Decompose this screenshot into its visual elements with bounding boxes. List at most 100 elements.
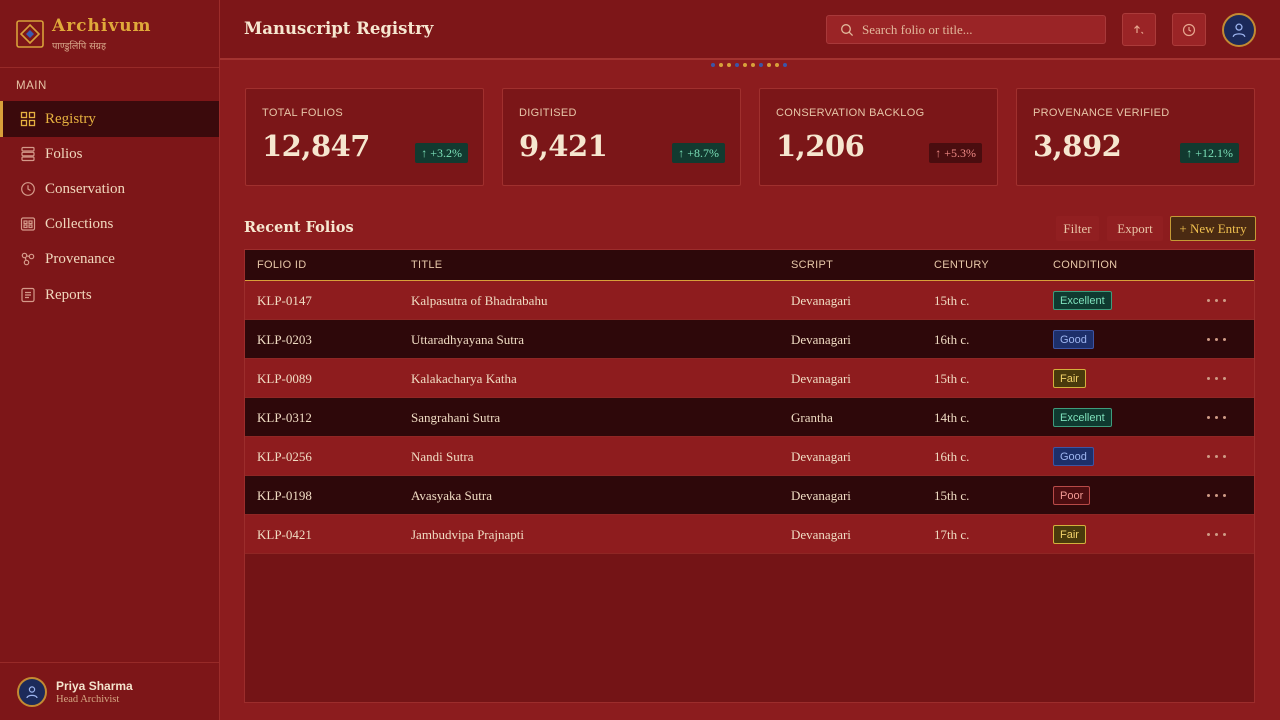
more-options-icon[interactable] (1207, 377, 1226, 380)
column-header-condition[interactable]: CONDITION (1053, 259, 1117, 271)
table-row[interactable]: KLP-0198 Avasyaka Sutra Devanagari 15th c. P… (245, 476, 1254, 515)
folios-table: FOLIO ID TITLE SCRIPT CENTURY CONDITION … (244, 249, 1255, 703)
script-cell: Devanagari (791, 527, 851, 542)
title-cell: Avasyaka Sutra (411, 488, 492, 503)
sidebar-item-provenance[interactable]: Provenance (0, 241, 219, 277)
new-entry-button[interactable]: + New Entry (1170, 216, 1256, 241)
sidebar-item-registry[interactable]: Registry (0, 101, 219, 137)
folio-id-cell: KLP-0312 (257, 410, 312, 425)
brand[interactable]: Archivum पाण्डुलिपि संग्रह (0, 0, 219, 68)
condition-badge: Fair (1053, 369, 1086, 388)
century-cell: 16th c. (934, 449, 970, 464)
sidebar-item-folios[interactable]: Folios (0, 136, 219, 172)
title-cell: Kalakacharya Katha (411, 371, 517, 386)
table-row[interactable]: KLP-0421 Jambudvipa Prajnapti Devanagari 17… (245, 515, 1254, 554)
upload-icon (1134, 24, 1144, 34)
condition-badge: Poor (1053, 486, 1091, 505)
script-cell: Devanagari (791, 293, 851, 308)
sidebar-item-label: Collections (45, 215, 114, 232)
history-button[interactable] (1172, 13, 1206, 46)
more-options-icon[interactable] (1207, 533, 1226, 536)
column-header-title[interactable]: TITLE (411, 259, 442, 271)
sidebar-item-reports[interactable]: Reports (0, 277, 219, 313)
section-title: Recent Folios (244, 219, 354, 236)
column-header-century[interactable]: CENTURY (934, 259, 989, 271)
brand-subtitle: पाण्डुलिपि संग्रह (52, 40, 107, 52)
sidebar-item-label: Provenance (45, 250, 115, 267)
user-role: Head Archivist (56, 693, 120, 705)
stat-label: CONSERVATION BACKLOG (776, 107, 925, 119)
stack-icon (21, 146, 35, 162)
stat-label: TOTAL FOLIOS (262, 107, 344, 119)
stat-card-conservation-backlog: CONSERVATION BACKLOG 1,206 ↑ +5.3% (759, 88, 998, 186)
stat-change-badge: ↑ +12.1% (1180, 143, 1239, 163)
script-cell: Devanagari (791, 371, 851, 386)
folio-id-cell: KLP-0421 (257, 527, 312, 542)
more-options-icon[interactable] (1207, 494, 1226, 497)
century-cell: 14th c. (934, 410, 970, 425)
century-cell: 15th c. (934, 371, 970, 386)
sidebar-item-label: Folios (45, 145, 83, 162)
table-row[interactable]: KLP-0312 Sangrahani Sutra Grantha 14th c. Ex… (245, 398, 1254, 437)
condition-badge: Good (1053, 330, 1094, 349)
arrow-up-icon: ↑ (421, 145, 431, 160)
search-box[interactable] (826, 15, 1106, 44)
user-profile[interactable]: Priya Sharma Head Archivist (0, 662, 219, 720)
sidebar-item-conservation[interactable]: Conservation (0, 171, 219, 207)
stat-change-badge: ↑ +8.7% (672, 143, 725, 163)
more-options-icon[interactable] (1207, 299, 1226, 302)
sidebar-item-collections[interactable]: Collections (0, 206, 219, 242)
century-cell: 16th c. (934, 332, 970, 347)
stat-value: 12,847 (262, 129, 371, 163)
century-cell: 17th c. (934, 527, 970, 542)
upload-button[interactable] (1122, 13, 1156, 46)
stat-value: 9,421 (519, 129, 608, 163)
stat-change-badge: ↑ +5.3% (929, 143, 982, 163)
sidebar-item-label: Conservation (45, 180, 125, 197)
header-avatar[interactable] (1222, 13, 1256, 47)
script-cell: Devanagari (791, 332, 851, 347)
stat-value: 1,206 (776, 129, 865, 163)
title-cell: Uttaradhyayana Sutra (411, 332, 524, 347)
filter-button[interactable]: Filter (1056, 216, 1099, 241)
user-icon (1232, 23, 1246, 38)
folio-id-cell: KLP-0198 (257, 488, 312, 503)
user-name: Priya Sharma (56, 678, 133, 693)
stat-card-digitised: DIGITISED 9,421 ↑ +8.7% (502, 88, 741, 186)
folio-id-cell: KLP-0203 (257, 332, 312, 347)
sidebar-item-label: Reports (45, 286, 92, 303)
stat-label: DIGITISED (519, 107, 577, 119)
column-header-script[interactable]: SCRIPT (791, 259, 833, 271)
brand-name: Archivum (52, 15, 152, 36)
folio-id-cell: KLP-0256 (257, 449, 312, 464)
title-cell: Nandi Sutra (411, 449, 474, 464)
user-icon (26, 685, 38, 698)
arrow-up-icon: ↑ (1186, 145, 1196, 160)
table-row[interactable]: KLP-0256 Nandi Sutra Devanagari 16th c. Good (245, 437, 1254, 476)
stat-card-total-folios: TOTAL FOLIOS 12,847 ↑ +3.2% (245, 88, 484, 186)
table-row[interactable]: KLP-0147 Kalpasutra of Bhadrabahu Devanaga… (245, 281, 1254, 320)
folio-id-cell: KLP-0147 (257, 293, 312, 308)
sidebar-item-label: Registry (45, 110, 96, 127)
export-button[interactable]: Export (1107, 216, 1163, 241)
table-row[interactable]: KLP-0089 Kalakacharya Katha Devanagari 15th… (245, 359, 1254, 398)
search-input[interactable] (862, 21, 1092, 38)
more-options-icon[interactable] (1207, 416, 1226, 419)
clock-icon (21, 182, 35, 196)
script-cell: Grantha (791, 410, 833, 425)
column-header-folio-id[interactable]: FOLIO ID (257, 259, 306, 271)
network-icon (21, 252, 35, 266)
document-icon (21, 287, 35, 303)
grid-icon (20, 111, 36, 127)
more-options-icon[interactable] (1207, 338, 1226, 341)
stat-label: PROVENANCE VERIFIED (1033, 107, 1170, 119)
more-options-icon[interactable] (1207, 455, 1226, 458)
script-cell: Devanagari (791, 488, 851, 503)
arrow-up-icon: ↑ (935, 145, 945, 160)
clock-icon (1182, 23, 1196, 36)
condition-badge: Excellent (1053, 408, 1112, 427)
archive-icon (20, 217, 36, 231)
title-cell: Sangrahani Sutra (411, 410, 501, 425)
table-row[interactable]: KLP-0203 Uttaradhyayana Sutra Devanagari 16… (245, 320, 1254, 359)
page-title: Manuscript Registry (244, 19, 434, 38)
